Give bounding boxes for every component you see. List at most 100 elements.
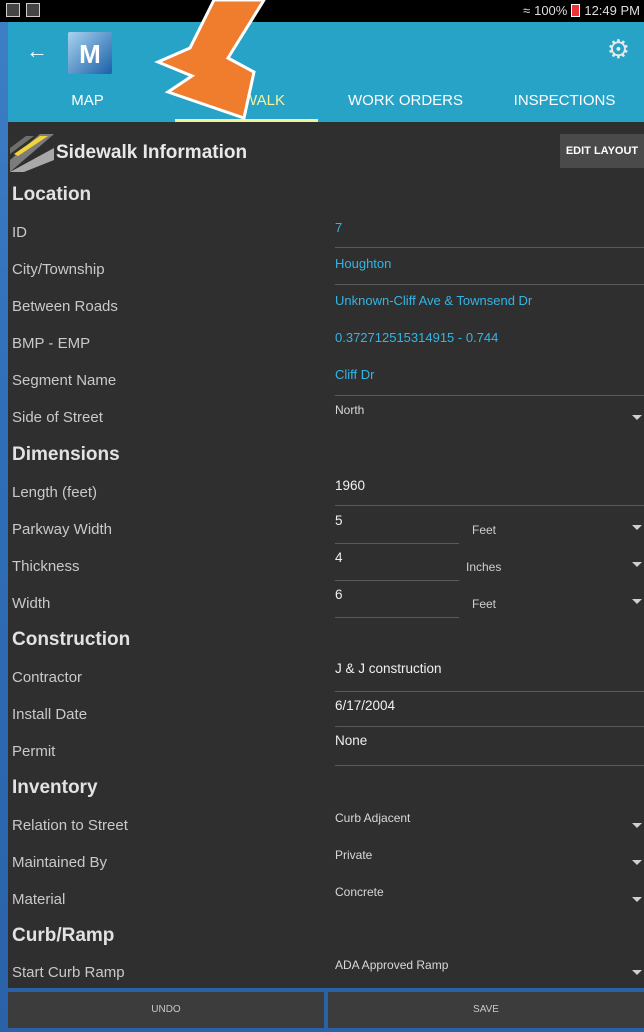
notification-icons <box>6 3 40 17</box>
field-label: Segment Name <box>12 372 117 389</box>
underline <box>335 395 644 396</box>
section-inventory: Inventory <box>12 777 98 798</box>
field-start-curb-row: Start Curb Ramp ADA Approved Ramp <box>8 954 644 991</box>
width-unit-select[interactable]: Feet <box>472 597 496 611</box>
relation-to-street-select[interactable]: Curb Adjacent <box>335 811 410 825</box>
tab-work-orders[interactable]: WORK ORDERS <box>326 84 485 122</box>
underline <box>335 726 644 727</box>
thickness-input[interactable]: 4 <box>335 550 343 565</box>
field-permit-row: Permit None <box>8 733 644 770</box>
thickness-unit-select[interactable]: Inches <box>466 560 501 574</box>
field-label: ID <box>12 224 27 241</box>
action-bar: UNDO SAVE <box>8 992 644 1028</box>
notification-icon <box>6 3 20 17</box>
field-city-row: City/Township Houghton <box>8 251 644 288</box>
field-label: Start Curb Ramp <box>12 964 125 981</box>
city-value[interactable]: Houghton <box>335 256 391 271</box>
field-thickness-row: Thickness 4 Inches <box>8 548 644 585</box>
dropdown-arrow-icon[interactable] <box>632 525 642 530</box>
id-value[interactable]: 7 <box>335 220 342 235</box>
field-label: Thickness <box>12 558 80 575</box>
screenshot-icon <box>26 3 40 17</box>
underline <box>335 765 644 766</box>
field-id-row: ID 7 <box>8 214 644 251</box>
field-label: Relation to Street <box>12 817 128 834</box>
install-date-input[interactable]: 6/17/2004 <box>335 698 395 713</box>
orange-arrow-annotation <box>154 0 266 120</box>
field-material-row: Material Concrete <box>8 881 644 918</box>
dropdown-arrow-icon[interactable] <box>632 970 642 975</box>
dropdown-arrow-icon[interactable] <box>632 823 642 828</box>
dropdown-arrow-icon[interactable] <box>632 599 642 604</box>
battery-percent: 100% <box>534 3 568 18</box>
dropdown-arrow-icon[interactable] <box>632 415 642 420</box>
underline <box>335 505 644 506</box>
between-roads-value[interactable]: Unknown-Cliff Ave & Townsend Dr <box>335 293 532 308</box>
maintained-by-select[interactable]: Private <box>335 848 372 862</box>
underline <box>335 617 459 618</box>
field-label: Length (feet) <box>12 484 98 501</box>
clock: 12:49 PM <box>584 3 640 18</box>
segment-name-value[interactable]: Cliff Dr <box>335 367 374 382</box>
section-construction: Construction <box>12 629 131 650</box>
underline <box>335 580 459 581</box>
field-maintained-row: Maintained By Private <box>8 844 644 881</box>
status-bar: ≈ 100% 12:49 PM <box>0 0 644 22</box>
parkway-width-input[interactable]: 5 <box>335 513 343 528</box>
dropdown-arrow-icon[interactable] <box>632 860 642 865</box>
field-label: Parkway Width <box>12 521 113 538</box>
section-curb-ramp: Curb/Ramp <box>12 925 115 946</box>
permit-input[interactable]: None <box>335 733 367 748</box>
status-right: ≈ 100% 12:49 PM <box>523 3 640 18</box>
tab-map[interactable]: MAP <box>8 84 167 122</box>
section-location: Location <box>12 184 92 205</box>
page-title: Sidewalk Information <box>56 142 248 163</box>
bmp-emp-value[interactable]: 0.372712515314915 - 0.744 <box>335 330 498 345</box>
field-width-row: Width 6 Feet <box>8 585 644 622</box>
field-label: Permit <box>12 743 56 760</box>
app-bar: ← M ⚙ MAP SIDEWALK WORK ORDERS INSPECTIO… <box>8 22 644 122</box>
field-label: Maintained By <box>12 854 108 871</box>
field-label: Contractor <box>12 669 83 686</box>
field-bmp-row: BMP - EMP 0.372712515314915 - 0.744 <box>8 325 644 362</box>
field-label: Material <box>12 891 66 908</box>
length-input[interactable]: 1960 <box>335 478 365 493</box>
material-select[interactable]: Concrete <box>335 885 384 899</box>
start-curb-ramp-select[interactable]: ADA Approved Ramp <box>335 958 448 972</box>
contractor-input[interactable]: J & J construction <box>335 661 442 676</box>
underline <box>335 691 644 692</box>
field-relation-row: Relation to Street Curb Adjacent <box>8 807 644 844</box>
sidewalk-form: Sidewalk Information EDIT LAYOUT Locatio… <box>8 122 644 988</box>
field-label: Width <box>12 595 51 612</box>
edit-layout-button[interactable]: EDIT LAYOUT <box>560 134 644 168</box>
back-arrow-icon[interactable]: ← <box>26 38 48 64</box>
side-of-street-select[interactable]: North <box>335 403 364 417</box>
field-contractor-row: Contractor J & J construction <box>8 659 644 696</box>
undo-button[interactable]: UNDO <box>8 992 324 1028</box>
app-logo: M <box>68 32 112 74</box>
field-segment-row: Segment Name Cliff Dr <box>8 362 644 399</box>
field-between-row: Between Roads Unknown-Cliff Ave & Townse… <box>8 288 644 325</box>
form-header: Sidewalk Information EDIT LAYOUT <box>8 132 644 176</box>
parkway-unit-select[interactable]: Feet <box>472 523 496 537</box>
field-label: Between Roads <box>12 298 118 315</box>
wifi-icon: ≈ <box>522 3 531 18</box>
field-side-row: Side of Street North <box>8 399 644 436</box>
field-label: BMP - EMP <box>12 335 91 352</box>
field-label: City/Township <box>12 261 105 278</box>
dropdown-arrow-icon[interactable] <box>632 562 642 567</box>
settings-gear-icon[interactable]: ⚙ <box>607 34 630 65</box>
sidewalk-icon <box>10 134 54 172</box>
underline <box>335 284 644 285</box>
dropdown-arrow-icon[interactable] <box>632 897 642 902</box>
tab-bar: MAP SIDEWALK WORK ORDERS INSPECTIONS <box>8 84 644 122</box>
field-length-row: Length (feet) 1960 <box>8 474 644 511</box>
field-install-row: Install Date 6/17/2004 <box>8 696 644 733</box>
section-dimensions: Dimensions <box>12 444 120 465</box>
width-input[interactable]: 6 <box>335 587 343 602</box>
battery-icon <box>571 4 581 17</box>
tab-inspections[interactable]: INSPECTIONS <box>485 84 644 122</box>
save-button[interactable]: SAVE <box>328 992 644 1028</box>
field-label: Side of Street <box>12 409 103 426</box>
underline <box>335 247 644 248</box>
